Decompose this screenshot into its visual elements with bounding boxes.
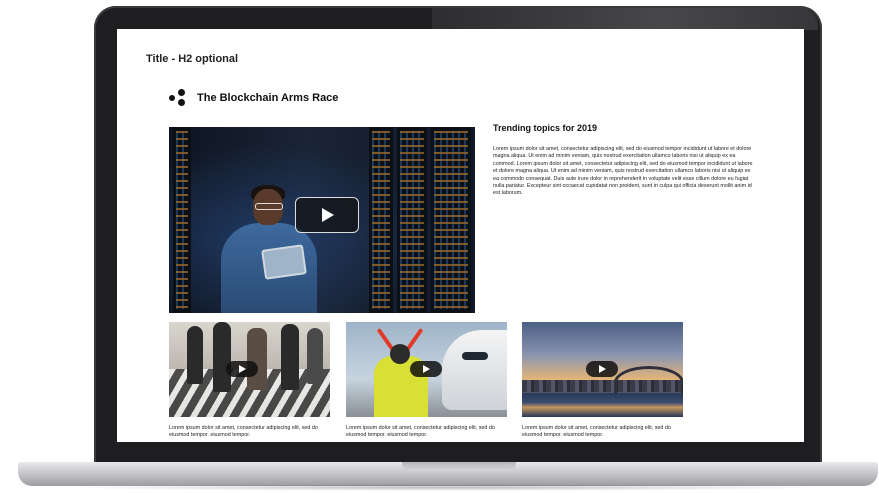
video-1-play-button[interactable] <box>226 361 258 377</box>
video-2-play-button[interactable] <box>410 361 442 377</box>
pedestrian <box>281 324 299 390</box>
server-rack <box>369 127 393 313</box>
video-3-play-button[interactable] <box>586 361 618 377</box>
hero-play-button[interactable] <box>295 197 359 233</box>
pedestrian <box>213 322 231 392</box>
brand-name: The Blockchain Arms Race <box>197 92 339 104</box>
pedestrian <box>187 326 203 384</box>
server-rack <box>397 127 427 313</box>
airplane-cockpit <box>462 352 488 360</box>
server-rack <box>431 127 471 313</box>
pedestrian <box>307 328 323 384</box>
video-thumbnail-3[interactable] <box>522 322 683 417</box>
laptop-base-notch <box>402 462 516 471</box>
airplane <box>442 330 507 410</box>
video-3-caption: Lorem ipsum dolor sit amet, consectetur … <box>522 425 671 438</box>
hero-video[interactable] <box>169 127 475 313</box>
play-icon <box>322 208 334 222</box>
pedestrian <box>247 328 267 390</box>
three-dots-logo-icon <box>169 89 187 107</box>
video-thumbnail-1[interactable] <box>169 322 330 417</box>
video-2-caption: Lorem ipsum dolor sit amet, consectetur … <box>346 425 495 438</box>
worker-head <box>390 344 410 364</box>
lid-glare <box>432 8 818 30</box>
trending-title: Trending topics for 2019 <box>493 123 598 133</box>
laptop-screen: Title - H2 optional The Blockchain Arms … <box>117 29 804 442</box>
brand-header: The Blockchain Arms Race <box>169 89 338 107</box>
server-rack <box>173 127 191 313</box>
harbour-water <box>522 393 683 417</box>
laptop-shadow <box>60 484 830 491</box>
video-1-caption: Lorem ipsum dolor sit amet, consectetur … <box>169 425 318 438</box>
trending-body: Lorem ipsum dolor sit amet, consectetur … <box>493 146 753 197</box>
play-icon <box>423 365 430 373</box>
play-icon <box>239 365 246 373</box>
play-icon <box>599 365 606 373</box>
video-thumbnail-2[interactable] <box>346 322 507 417</box>
page-title: Title - H2 optional <box>146 53 239 65</box>
